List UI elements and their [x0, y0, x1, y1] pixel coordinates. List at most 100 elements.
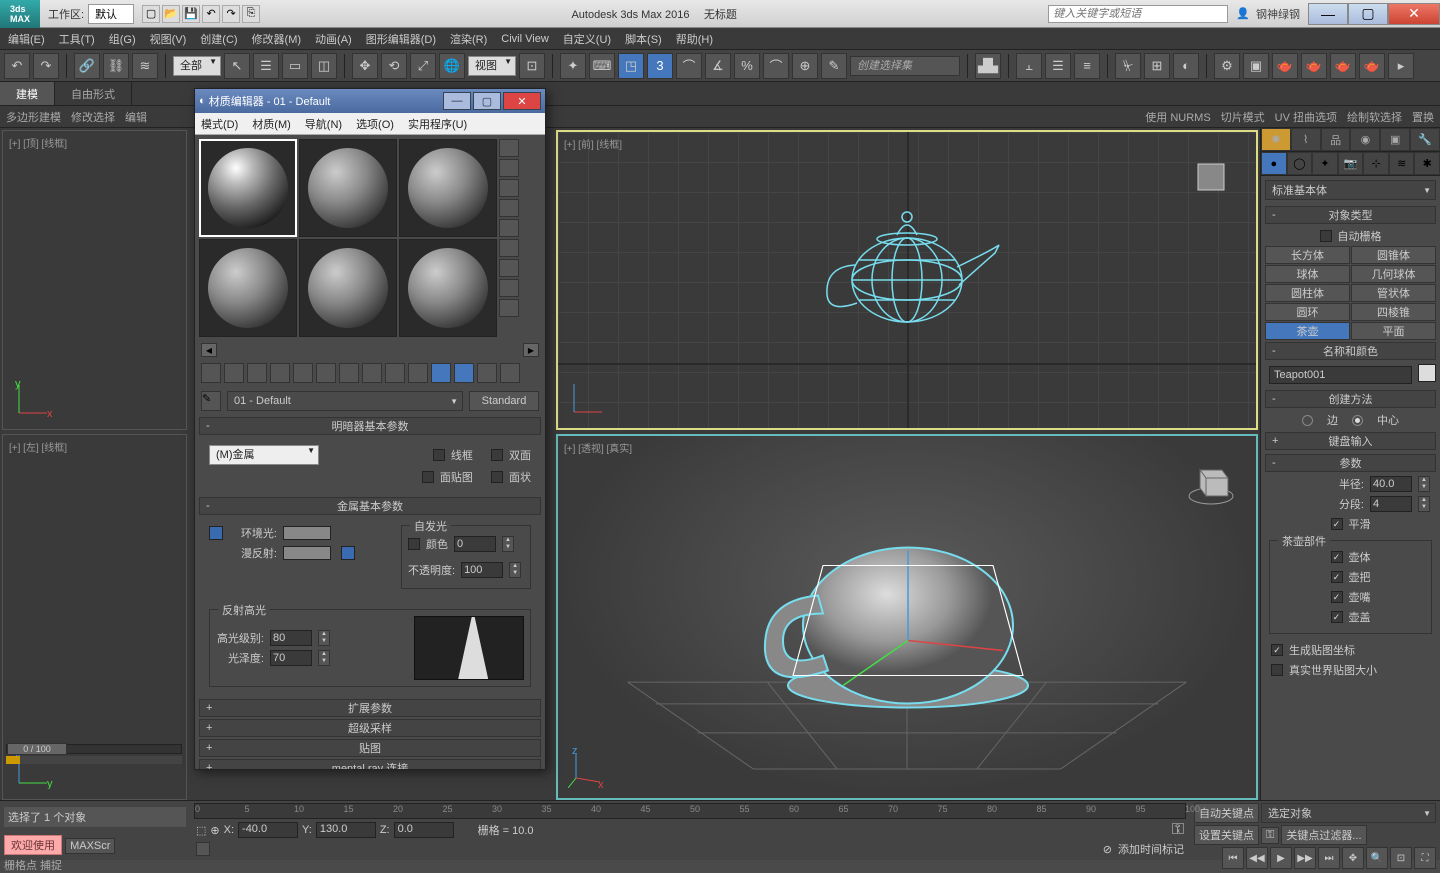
ref-coord-dropdown[interactable]: 视图 — [468, 56, 516, 76]
goto-start-icon[interactable]: ⏮ — [1222, 847, 1244, 869]
body-checkbox[interactable] — [1331, 551, 1343, 563]
user-area[interactable]: 👤 钢神绿钢 — [1236, 6, 1300, 22]
render-icon[interactable]: 🫖 — [1272, 53, 1298, 79]
manip-icon[interactable]: ✦ — [560, 53, 586, 79]
named-selection-input[interactable]: 创建选择集 — [850, 56, 960, 76]
supersampling-header[interactable]: +超级采样 — [199, 719, 541, 737]
undo-icon[interactable]: ↶ — [4, 53, 30, 79]
mat-menu-util[interactable]: 实用程序(U) — [408, 116, 467, 132]
mat-id-icon[interactable] — [362, 363, 382, 383]
window-crossing-icon[interactable]: ◫ — [311, 53, 337, 79]
select-by-mat-icon[interactable] — [499, 279, 519, 297]
diffuse-swatch[interactable] — [283, 546, 331, 560]
prim-pyramid[interactable]: 四棱锥 — [1351, 303, 1436, 321]
workspace-dropdown[interactable]: 默认 — [88, 4, 134, 24]
name-color-header[interactable]: -名称和颜色 — [1265, 342, 1436, 360]
snap-b-icon[interactable]: ⌒ — [763, 53, 789, 79]
mat-menu-nav[interactable]: 导航(N) — [305, 116, 342, 132]
segments-spinner[interactable]: 4 — [1370, 496, 1412, 512]
viewcube-icon[interactable] — [1186, 152, 1236, 202]
ribbon-displace[interactable]: 置换 — [1412, 109, 1434, 125]
assign-icon[interactable] — [247, 363, 267, 383]
move-icon[interactable]: ✥ — [352, 53, 378, 79]
prim-sphere[interactable]: 球体 — [1265, 265, 1350, 283]
lock-diffuse-icon[interactable] — [341, 546, 355, 560]
modify-tab-icon[interactable]: ⌇ — [1291, 128, 1321, 151]
key-mode-icon[interactable]: ⚿ — [1261, 827, 1279, 844]
shader-params-header[interactable]: -明暗器基本参数 — [199, 417, 541, 435]
mat-menu-mode[interactable]: 模式(D) — [201, 116, 238, 132]
lights-icon[interactable]: ✦ — [1312, 152, 1338, 175]
qat-redo-icon[interactable]: ↷ — [222, 5, 240, 23]
prim-plane[interactable]: 平面 — [1351, 322, 1436, 340]
ribbon-poly[interactable]: 多边形建模 — [6, 109, 61, 125]
render-prod-icon[interactable]: 🫖 — [1301, 53, 1327, 79]
mat-maximize-button[interactable]: ▢ — [473, 92, 501, 110]
handle-checkbox[interactable] — [1331, 571, 1343, 583]
qat-undo-icon[interactable]: ↶ — [202, 5, 220, 23]
glossiness-spinner[interactable]: 70 — [270, 650, 312, 666]
parameters-header[interactable]: -参数 — [1265, 454, 1436, 472]
prim-box[interactable]: 长方体 — [1265, 246, 1350, 264]
edge-radio[interactable] — [1302, 415, 1313, 426]
spacewarps-icon[interactable]: ≋ — [1389, 152, 1415, 175]
object-color-swatch[interactable] — [1418, 364, 1436, 382]
snap-toggle-icon[interactable]: ◳ — [618, 53, 644, 79]
smooth-checkbox[interactable] — [1331, 518, 1343, 530]
backlight-icon[interactable] — [499, 159, 519, 177]
key-icon[interactable]: ⚿ — [1172, 821, 1184, 839]
mirror-icon[interactable]: ▟▙ — [975, 53, 1001, 79]
layer-mgr-icon[interactable]: ≡ — [1074, 53, 1100, 79]
helpers-icon[interactable]: ⊹ — [1363, 152, 1389, 175]
rotate-icon[interactable]: ⟲ — [381, 53, 407, 79]
material-slot-2[interactable] — [299, 139, 397, 237]
keyboard-entry-header[interactable]: +键盘输入 — [1265, 432, 1436, 450]
ribbon-tab-freeform[interactable]: 自由形式 — [55, 82, 132, 105]
z-coord-input[interactable]: 0.0 — [394, 822, 454, 838]
transform-type-icon[interactable]: ⊕ — [210, 824, 219, 837]
add-time-tag[interactable]: 添加时间标记 — [1118, 841, 1184, 857]
display-tab-icon[interactable]: ▣ — [1380, 128, 1410, 151]
next-frame-icon[interactable]: ▶▶ — [1294, 847, 1316, 869]
mat-menu-material[interactable]: 材质(M) — [252, 116, 291, 132]
angle-snap-icon[interactable]: 3 — [647, 53, 673, 79]
render-setup-icon[interactable]: ⚙ — [1214, 53, 1240, 79]
video-check-icon[interactable] — [499, 219, 519, 237]
render-last-icon[interactable]: ▸ — [1388, 53, 1414, 79]
geometry-icon[interactable]: ● — [1261, 152, 1287, 175]
mat-editor-icon[interactable]: ◐ — [1173, 53, 1199, 79]
go-forward-icon[interactable] — [454, 363, 474, 383]
menu-render[interactable]: 渲染(R) — [450, 31, 487, 47]
material-type-button[interactable]: Standard — [469, 391, 539, 411]
material-slot-5[interactable] — [299, 239, 397, 337]
menu-tools[interactable]: 工具(T) — [59, 31, 95, 47]
show-map-icon[interactable] — [385, 363, 405, 383]
make-unique-icon[interactable] — [316, 363, 336, 383]
menu-civil[interactable]: Civil View — [501, 33, 548, 45]
play-icon[interactable]: ▶ — [1270, 847, 1292, 869]
material-slot-3[interactable] — [399, 139, 497, 237]
put-to-scene-icon[interactable] — [224, 363, 244, 383]
geometry-category-dropdown[interactable]: 标准基本体 — [1265, 180, 1436, 200]
extended-params-header[interactable]: +扩展参数 — [199, 699, 541, 717]
real-world-checkbox[interactable] — [1271, 664, 1283, 676]
utilities-tab-icon[interactable]: 🔧 — [1410, 128, 1440, 151]
shader-type-dropdown[interactable]: (M)金属 — [209, 445, 319, 465]
autogrid-checkbox[interactable] — [1320, 230, 1332, 242]
qat-link-icon[interactable]: ⎘ — [242, 5, 260, 23]
mental-ray-header[interactable]: +mental ray 连接 — [199, 759, 541, 769]
welcome-button[interactable]: 欢迎使用 — [4, 835, 62, 855]
mat-options-icon[interactable] — [500, 363, 520, 383]
prim-cylinder[interactable]: 圆柱体 — [1265, 284, 1350, 302]
menu-graph[interactable]: 图形编辑器(D) — [366, 31, 436, 47]
self-illum-color-checkbox[interactable] — [408, 538, 420, 550]
prompt-icon[interactable] — [196, 842, 210, 856]
key-filters-button[interactable]: 关键点过滤器... — [1281, 825, 1366, 845]
viewport-perspective[interactable]: [+] [透视] [真实] xz — [556, 434, 1258, 800]
make-copy-icon[interactable] — [293, 363, 313, 383]
render-active-icon[interactable]: 🫖 — [1359, 53, 1385, 79]
menu-modifiers[interactable]: 修改器(M) — [252, 31, 302, 47]
max-viewport-icon[interactable]: ⛶ — [1414, 847, 1436, 869]
ref-coord-icon[interactable]: 🌐 — [439, 53, 465, 79]
time-slider[interactable]: 0 / 100 — [6, 744, 182, 764]
